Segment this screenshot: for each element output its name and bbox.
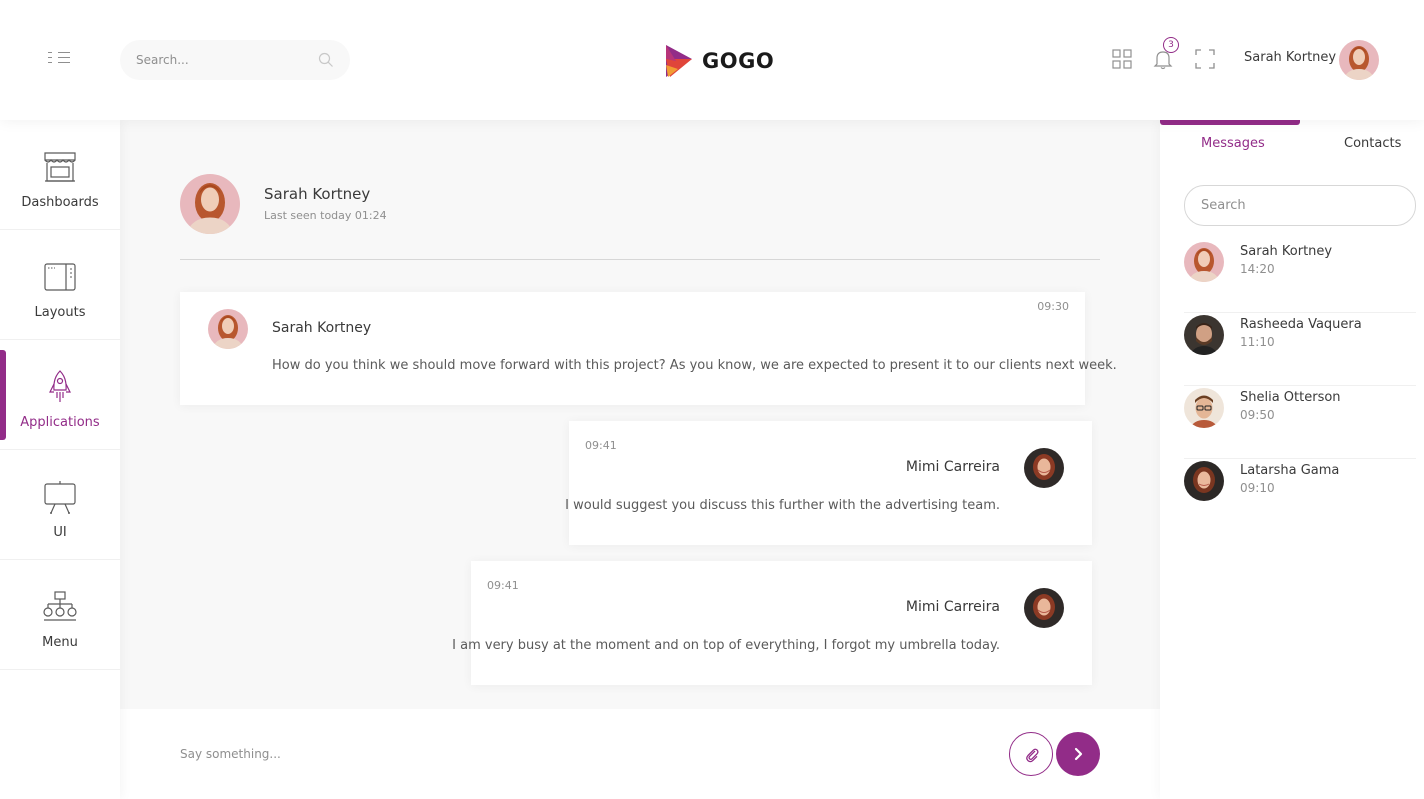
user-avatar[interactable] (1339, 40, 1379, 80)
chevron-right-icon (1074, 747, 1083, 761)
layout-icon (44, 263, 76, 291)
contact-avatar (1184, 388, 1224, 428)
sidebar-item-menu[interactable]: Menu (0, 560, 120, 670)
sidebar-item-dashboards[interactable]: Dashboards (0, 120, 120, 230)
menu-toggle-button[interactable] (48, 50, 72, 66)
top-navbar: GOGO 3 Sarah Kortney (0, 0, 1424, 120)
main-sidebar: Dashboards Layouts Applications UI Menu (0, 120, 120, 799)
top-search-input[interactable] (136, 40, 306, 80)
active-tab-indicator (1160, 120, 1300, 125)
search-icon[interactable] (318, 52, 334, 68)
logo-text: GOGO (702, 49, 775, 73)
contact-item[interactable]: Sarah Kortney 14:20 (1184, 240, 1416, 313)
contact-avatar (1184, 461, 1224, 501)
contact-time: 09:50 (1240, 408, 1275, 422)
message-input[interactable] (180, 739, 980, 769)
contact-name: Shelia Otterson (1240, 390, 1341, 405)
chat-partner-avatar (180, 174, 240, 234)
contact-name: Sarah Kortney (1240, 244, 1333, 259)
message-card: 09:41 Mimi Carreira I am very busy at th… (452, 561, 1092, 685)
fullscreen-icon[interactable] (1194, 48, 1216, 70)
message-avatar (208, 309, 248, 349)
contact-time: 09:10 (1240, 481, 1275, 495)
message-text: I am very busy at the moment and on top … (452, 638, 1000, 653)
message-sender: Mimi Carreira (905, 459, 1000, 475)
chat-header-divider (180, 259, 1100, 260)
sidebar-item-label: Menu (42, 635, 78, 650)
contact-name: Rasheeda Vaquera (1240, 317, 1362, 332)
sidebar-item-layouts[interactable]: Layouts (0, 230, 120, 340)
sitemap-icon (43, 591, 77, 621)
message-sender: Sarah Kortney (272, 320, 372, 336)
logo-icon (666, 45, 692, 77)
contact-avatar (1184, 242, 1224, 282)
message-text: How do you think we should move forward … (272, 358, 1117, 373)
rocket-icon (49, 370, 71, 402)
contact-time: 14:20 (1240, 262, 1275, 276)
message-time: 09:41 (585, 439, 617, 452)
tab-messages[interactable]: Messages (1201, 136, 1265, 151)
right-panel: Messages Contacts Sarah Kortney 14:20 Ra… (1160, 120, 1424, 799)
message-card: 09:41 Mimi Carreira I would suggest you … (565, 421, 1092, 545)
shop-icon (44, 152, 76, 182)
sidebar-item-applications[interactable]: Applications (0, 340, 120, 450)
sidebar-item-ui[interactable]: UI (0, 450, 120, 560)
message-composer (120, 709, 1160, 799)
contact-avatar (1184, 315, 1224, 355)
notification-count-badge: 3 (1163, 37, 1179, 53)
paperclip-icon (1026, 748, 1039, 763)
contact-item[interactable]: Latarsha Gama 09:10 (1184, 459, 1416, 532)
sidebar-item-label: Dashboards (21, 195, 99, 210)
contact-item[interactable]: Rasheeda Vaquera 11:10 (1184, 313, 1416, 386)
chat-partner-name: Sarah Kortney (264, 185, 371, 203)
tab-contacts[interactable]: Contacts (1344, 136, 1401, 151)
message-sender: Mimi Carreira (905, 599, 1000, 615)
sidebar-item-label: Applications (20, 415, 100, 430)
contact-time: 11:10 (1240, 335, 1275, 349)
send-button[interactable] (1056, 732, 1100, 776)
message-time: 09:30 (1037, 300, 1069, 313)
sidebar-item-label: UI (53, 525, 67, 540)
user-name[interactable]: Sarah Kortney (1244, 50, 1336, 65)
message-time: 09:41 (487, 579, 519, 592)
attach-button[interactable] (1009, 732, 1053, 776)
easel-icon (44, 481, 76, 514)
last-seen-text: Last seen today 01:24 (264, 209, 387, 222)
top-search-bar (120, 40, 350, 80)
sidebar-item-label: Layouts (34, 305, 86, 320)
logo[interactable]: GOGO (664, 42, 774, 80)
message-card: Sarah Kortney 09:30 How do you think we … (180, 292, 1117, 405)
contact-item[interactable]: Shelia Otterson 09:50 (1184, 386, 1416, 459)
contacts-search-input[interactable] (1201, 186, 1401, 225)
apps-grid-icon[interactable] (1111, 48, 1133, 70)
message-avatar (1024, 448, 1064, 488)
message-avatar (1024, 588, 1064, 628)
message-text: I would suggest you discuss this further… (565, 498, 1000, 513)
contacts-search-box (1184, 185, 1416, 226)
contact-name: Latarsha Gama (1240, 463, 1340, 478)
